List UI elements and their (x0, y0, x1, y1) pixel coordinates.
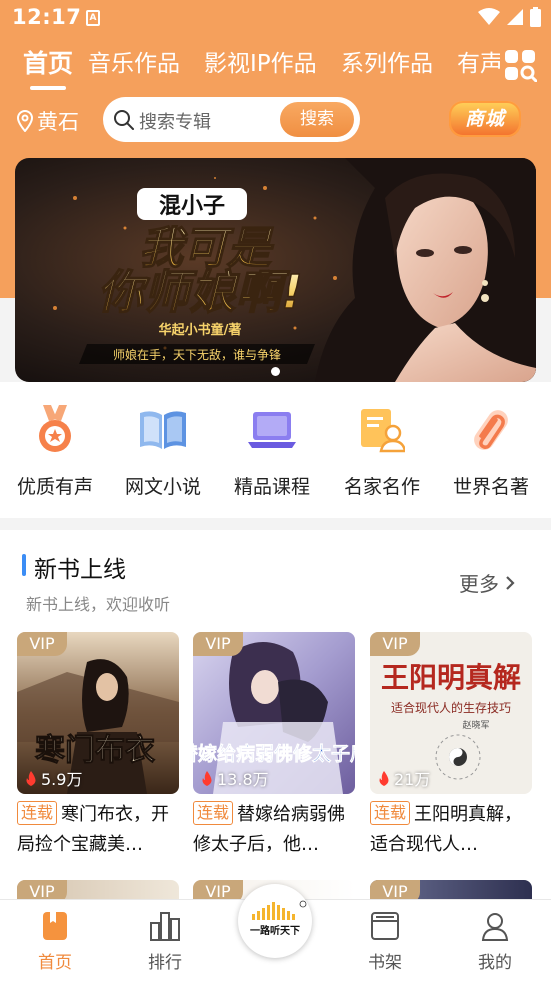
more-label: 更多 (459, 572, 499, 596)
location-pin-icon (16, 110, 34, 132)
book-card[interactable]: 王阳明真解 适合现代人的生存技巧 赵晓军 VIP 21万 连载 王阳明真解，适合现… (370, 632, 532, 860)
banner-author-badge: 混小子 (159, 194, 225, 219)
vip-badge: VIP (17, 632, 67, 656)
cover-title: 寒门布衣 (35, 733, 155, 768)
serial-tag: 连载 (193, 801, 234, 825)
category-web-novel[interactable]: 网文小说 (108, 404, 218, 499)
nav-profile[interactable]: 我的 (455, 910, 535, 973)
tab-series[interactable]: 系列作品 (341, 44, 433, 84)
nav-label: 排行 (148, 953, 182, 973)
laptop-icon (248, 412, 296, 448)
nav-label: 书架 (368, 953, 402, 973)
banner-pagination (15, 367, 536, 376)
nav-label: 我的 (478, 953, 512, 973)
book-card[interactable]: 寒门布衣 VIP 5.9万 连载 寒门布衣，开局捡个宝藏美… (17, 632, 179, 860)
open-book-icon (140, 411, 186, 449)
nav-bookshelf[interactable]: 书架 (345, 910, 425, 973)
banner-artwork: 混小子 我可是 你师娘啊! 华起小书童/著 师娘在手，天下无敌，谁与争锋 (15, 158, 536, 382)
notification-icon: A (86, 10, 100, 26)
tab-audio[interactable]: 有声 (457, 44, 500, 84)
category-label: 世界名著 (452, 476, 529, 498)
status-bar: 12:17 A (0, 0, 551, 36)
category-masterpieces[interactable]: 名家名作 (327, 404, 437, 499)
shop-button[interactable]: 商城 (449, 101, 521, 137)
play-count: 13.8万 (201, 766, 269, 790)
serial-tag: 连载 (370, 801, 411, 825)
cover-title: 替嫁给病弱佛修太子后 (193, 742, 355, 765)
battery-icon (530, 7, 541, 27)
nav-ranking[interactable]: 排行 (125, 910, 205, 973)
cover-author: 赵晓军 (462, 719, 489, 731)
category-world-classics[interactable]: 世界名著 (436, 404, 546, 499)
banner-dot[interactable] (271, 367, 280, 376)
active-tab-indicator (30, 86, 66, 90)
center-player-button[interactable]: 一路听天下 (238, 884, 312, 958)
more-link[interactable]: 更多 (459, 568, 515, 597)
section-title: 新书上线 (34, 557, 126, 583)
location-label: 黄石 (37, 110, 79, 134)
app-logo-text: 一路听天下 (250, 924, 300, 937)
search-bar[interactable]: 搜索专辑 搜索 (103, 97, 360, 142)
vip-badge: VIP (193, 632, 243, 656)
ranking-bars-icon (150, 912, 180, 941)
nav-home[interactable]: 首页 (15, 910, 95, 973)
book-title: 连载 王阳明真解，适合现代人… (370, 801, 523, 855)
category-label: 名家名作 (343, 476, 420, 498)
category-courses[interactable]: 精品课程 (217, 404, 327, 499)
app-logo-icon: 一路听天下 (250, 900, 307, 937)
signal-icon (507, 9, 523, 25)
chevron-right-icon (506, 575, 515, 590)
book-card[interactable]: 替嫁给病弱佛修太子后 VIP 13.8万 连载替嫁给病弱佛修太子后，他… (193, 632, 355, 860)
play-count: 21万 (378, 766, 430, 790)
status-time: 12:17 (12, 5, 82, 29)
book-cover: 王阳明真解 适合现代人的生存技巧 赵晓军 VIP 21万 (370, 632, 532, 794)
category-label: 网文小说 (124, 476, 201, 498)
search-icon (114, 110, 134, 130)
tab-music[interactable]: 音乐作品 (88, 44, 180, 84)
tab-home[interactable]: 首页 (23, 44, 73, 84)
promo-banner[interactable]: 混小子 我可是 你师娘啊! 华起小书童/著 师娘在手，天下无敌，谁与争锋 (15, 158, 536, 382)
fire-icon (379, 770, 389, 786)
wifi-icon (478, 8, 500, 25)
book-title: 连载 寒门布衣，开局捡个宝藏美… (17, 801, 170, 855)
location-selector[interactable]: 黄石 (16, 104, 79, 138)
section-accent-bar (22, 554, 26, 576)
tab-film-ip[interactable]: 影视IP作品 (204, 44, 317, 84)
banner-author-line: 华起小书童/著 (159, 322, 242, 338)
category-grid-icon[interactable] (503, 48, 537, 82)
book-cover: 替嫁给病弱佛修太子后 VIP 13.8万 (193, 632, 355, 794)
top-tabs: 首页 音乐作品 影视IP作品 系列作品 有声 (0, 44, 500, 92)
nav-label: 首页 (38, 953, 72, 973)
book-title: 连载 替嫁给病弱佛修太子后，他… (193, 801, 346, 855)
cover-title: 王阳明真解 (381, 661, 521, 694)
paperclip-icon (474, 410, 508, 450)
user-icon (481, 913, 509, 941)
home-book-icon (43, 912, 67, 940)
category-quality-audio[interactable]: 优质有声 (0, 404, 110, 499)
bookshelf-icon (371, 912, 399, 940)
category-label: 精品课程 (233, 476, 310, 498)
book-cover: 寒门布衣 VIP 5.9万 (17, 632, 179, 794)
fire-icon (202, 770, 212, 786)
fire-icon (26, 770, 36, 786)
section-subtitle: 新书上线，欢迎收听 (26, 595, 171, 614)
cover-subtitle: 适合现代人的生存技巧 (391, 700, 511, 715)
banner-slogan: 师娘在手，天下无敌，谁与争锋 (113, 347, 281, 362)
banner-title-line2: 你师娘啊! (98, 265, 303, 319)
writer-card-icon (361, 409, 405, 453)
status-icons (478, 7, 541, 27)
serial-tag: 连载 (17, 801, 58, 825)
category-row: 优质有声 网文小说 精品课程 名家名作 世界名著 (0, 382, 551, 518)
app-screen: { "status": { "time": "12:17", "notif_gl… (0, 0, 551, 981)
search-input[interactable]: 搜索专辑 (139, 108, 211, 134)
play-count: 5.9万 (25, 766, 82, 790)
search-button[interactable]: 搜索 (280, 102, 354, 137)
category-label: 优质有声 (16, 476, 93, 498)
medal-icon (39, 405, 71, 452)
vip-badge: VIP (370, 632, 420, 656)
